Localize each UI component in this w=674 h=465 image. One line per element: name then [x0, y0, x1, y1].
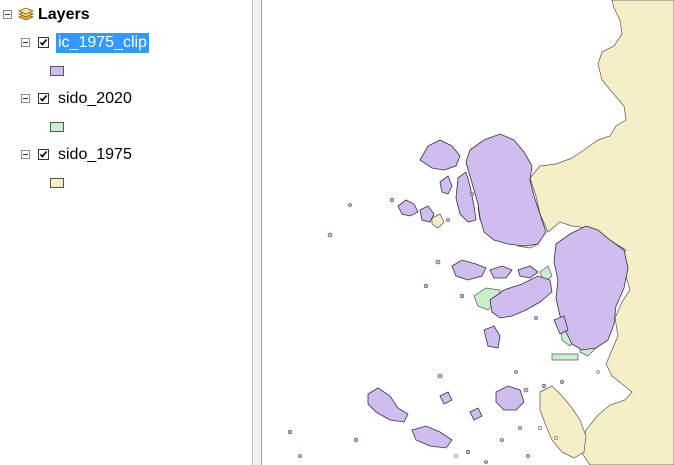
clip-1975-west-6: [489, 265, 513, 279]
clip-1975-west-4: [439, 175, 453, 195]
reclaimed-2020-e: [551, 353, 579, 361]
clip-1975-west-8: [517, 265, 539, 279]
layer-name-sido-1975[interactable]: sido_1975: [58, 145, 132, 165]
symbol-swatch-ic-1975-clip[interactable]: [50, 66, 64, 76]
clip-1975-south-2: [495, 385, 525, 411]
clip-1975-west-2: [397, 199, 419, 217]
clip-1975-south-5: [469, 407, 483, 421]
layers-icon: [17, 6, 35, 27]
panel-splitter[interactable]: [252, 0, 262, 465]
clip-1975-south-3: [411, 425, 453, 449]
mainland-1975-lower-left: [539, 385, 587, 459]
collapse-layer-sido-1975[interactable]: [21, 150, 30, 159]
clip-1975-center: [489, 275, 553, 319]
collapse-layers-button[interactable]: [3, 10, 12, 19]
table-of-contents: Layers ic_1975_clip sido_2020 sido_1975: [0, 0, 252, 465]
layer-name-ic-1975-clip[interactable]: ic_1975_clip: [56, 33, 149, 53]
clip-1975-west-7: [483, 325, 501, 349]
collapse-layer-sido-2020[interactable]: [21, 94, 30, 103]
map-canvas[interactable]: [262, 0, 674, 465]
clip-1975-south-4: [439, 391, 453, 405]
clip-1975-upper-left: [419, 139, 461, 171]
collapse-layer-ic-1975-clip[interactable]: [21, 38, 30, 47]
map-view[interactable]: [262, 0, 674, 465]
island-1975-c: [431, 213, 445, 229]
visibility-checkbox-sido-2020[interactable]: [38, 93, 49, 104]
clip-1975-south-1: [367, 387, 409, 423]
visibility-checkbox-ic-1975-clip[interactable]: [38, 37, 49, 48]
layer-name-sido-2020[interactable]: sido_2020: [58, 89, 132, 109]
symbol-swatch-sido-1975[interactable]: [50, 178, 64, 188]
symbol-swatch-sido-2020[interactable]: [50, 122, 64, 132]
clip-1975-west-1: [451, 259, 487, 281]
visibility-checkbox-sido-1975[interactable]: [38, 149, 49, 160]
layers-root-label[interactable]: Layers: [38, 5, 90, 25]
